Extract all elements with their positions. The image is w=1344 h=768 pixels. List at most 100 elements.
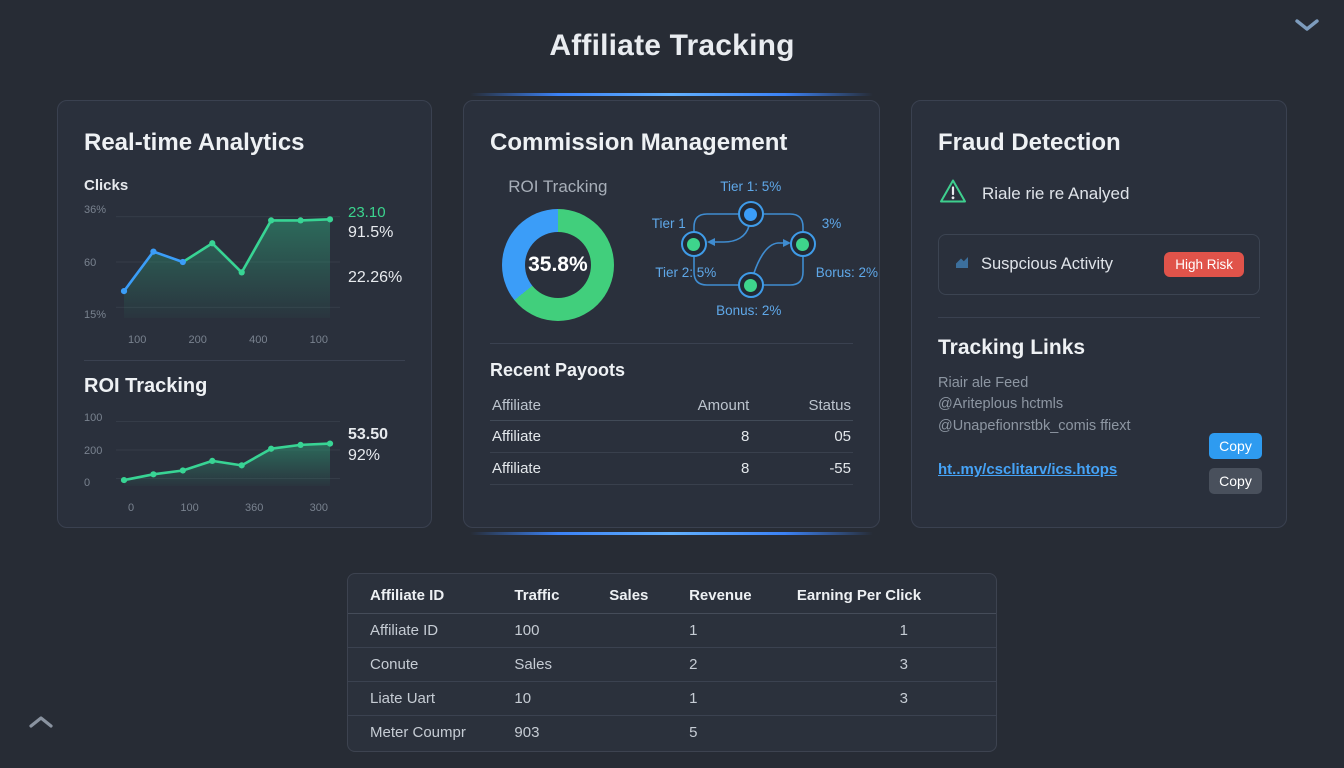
clicks-stat-secondary: 91.5% [348,224,405,242]
col-sales: Sales [587,576,667,614]
clicks-x-axis: 100 200 400 100 [114,329,342,346]
table-cell: 100 [492,614,587,648]
table-cell: Affiliate [490,453,668,485]
suspicious-activity-label: Suspcious Activity [981,255,1153,274]
activity-icon [954,254,970,275]
table-header-row: Affiliate ID Traffic Sales Revenue Earni… [348,576,996,614]
col-revenue: Revenue [667,576,772,614]
table-cell: Sales [492,648,587,682]
header: Affiliate Tracking [0,0,1344,92]
col-status: Status [751,391,853,421]
copy-buttons: Copy Copy [1209,433,1262,494]
diagram-label-right: 3% [822,216,842,231]
copy-button-secondary[interactable]: Copy [1209,468,1262,494]
clicks-side-stats: 23.10 91.5% 22.26% [348,202,405,329]
commission-tier-diagram: Tier 1: 5% Tier 1 3% Tier 2: 5% Borus: 2… [636,177,853,329]
table-cell: 1 [667,614,772,648]
page-title: Affiliate Tracking [549,29,794,63]
payouts-header-row: Affiliate Amount Status [490,391,853,421]
copy-button-primary[interactable]: Copy [1209,433,1262,459]
recent-payouts-table: Affiliate Amount Status Affiliate 8 05 A… [490,391,853,485]
payout-row: Affiliate 8 05 [490,421,853,453]
table-cell: 5 [667,716,772,750]
card-commission-management: Commission Management ROI Tracking 35.8% [463,100,880,528]
card-glow-bottom [470,532,873,535]
card-glow-top [470,93,873,96]
warning-triangle-icon [938,177,968,210]
table-cell [587,614,667,648]
table-row: Liate Uart 10 1 3 [348,682,996,716]
section-divider [84,360,405,361]
donut-label: ROI Tracking [490,177,626,197]
table-cell: 3 [772,648,996,682]
diagram-label-bottom: Bonus: 2% [716,303,781,318]
table-cell [587,716,667,750]
suspicious-activity-box[interactable]: Suspcious Activity High Risk [938,234,1260,295]
node-dot [687,238,700,251]
chevron-down-icon[interactable] [1294,18,1320,39]
high-risk-badge[interactable]: High Risk [1164,252,1244,277]
diagram-label-left: Tier 1 [642,216,686,231]
node-dot [744,279,757,292]
affiliate-stats-table: Affiliate ID Traffic Sales Revenue Earni… [348,576,996,749]
table-cell: Conute [348,648,492,682]
roi-chart: 100 200 0 53.50 92% [84,410,405,497]
clicks-line-plot [114,202,342,329]
col-earning-per-click: Earning Per Click [772,576,996,614]
roi-line-plot [114,410,342,497]
table-cell: Affiliate ID [348,614,492,648]
tracking-line: Riair ale Feed [938,373,1173,394]
donut-center-value: 35.8% [525,232,591,298]
table-cell: Affiliate [490,421,668,453]
table-row: Conute Sales 2 3 [348,648,996,682]
fraud-alert-row: Riale rie re Analyed [938,177,1260,210]
affiliate-tracking-dashboard: { "page": { "title": "Affiliate Tracking… [0,0,1344,768]
fraud-alert-text: Riale rie re Analyed [982,184,1129,204]
card-real-time-analytics: Real-time Analytics Clicks 36% 60 15% 23… [57,100,432,528]
roi-stat-secondary: 92% [348,447,405,465]
diagram-node-bottom [738,272,764,298]
clicks-y-axis: 36% 60 15% [84,202,114,329]
node-dot [744,208,757,221]
table-cell: 1 [667,682,772,716]
table-cell [587,648,667,682]
roi-donut-chart: 35.8% [502,209,614,321]
roi-y-axis: 100 200 0 [84,410,114,497]
card-title: Fraud Detection [938,129,1260,157]
col-amount: Amount [668,391,751,421]
payouts-title: Recent Payoots [490,360,853,381]
tracking-line: @Ariteplous hctmls [938,394,1173,415]
diagram-node-right [790,231,816,257]
table-cell: -55 [751,453,853,485]
table-cell: 05 [751,421,853,453]
affiliate-stats-table-container: Affiliate ID Traffic Sales Revenue Earni… [347,573,997,752]
roi-chart-title: ROI Tracking [84,375,405,398]
table-cell: 1 [772,614,996,648]
clicks-stat-primary: 23.10 [348,204,405,221]
card-fraud-detection: Fraud Detection Riale rie re Analyed Sus… [911,100,1287,528]
section-divider [938,317,1260,318]
card-title: Real-time Analytics [84,129,405,157]
tracking-link[interactable]: ht..my/csclitarv/ics.htops [938,461,1117,478]
table-cell: 3 [772,682,996,716]
table-cell: 8 [668,421,751,453]
table-row: Affiliate ID 100 1 1 [348,614,996,648]
roi-donut-block: ROI Tracking 35.8% [490,177,626,329]
tracking-links-title: Tracking Links [938,336,1260,360]
table-cell: 10 [492,682,587,716]
table-cell [587,682,667,716]
diagram-node-tier1-top [738,201,764,227]
cards-row: Real-time Analytics Clicks 36% 60 15% 23… [0,92,1344,528]
table-cell: Liate Uart [348,682,492,716]
col-affiliate: Affiliate [490,391,668,421]
section-divider [490,343,853,344]
col-traffic: Traffic [492,576,587,614]
table-row: Meter Coumpr 903 5 [348,716,996,750]
table-cell: 2 [667,648,772,682]
tracking-lines: Riair ale Feed @Ariteplous hctmls @Unape… [938,373,1173,437]
diagram-node-left [681,231,707,257]
commission-visuals: ROI Tracking 35.8% Tier 1: 5% [490,177,853,329]
roi-side-stats: 53.50 92% [348,410,405,497]
chevron-up-icon[interactable] [28,713,54,734]
payout-row: Affiliate 8 -55 [490,453,853,485]
